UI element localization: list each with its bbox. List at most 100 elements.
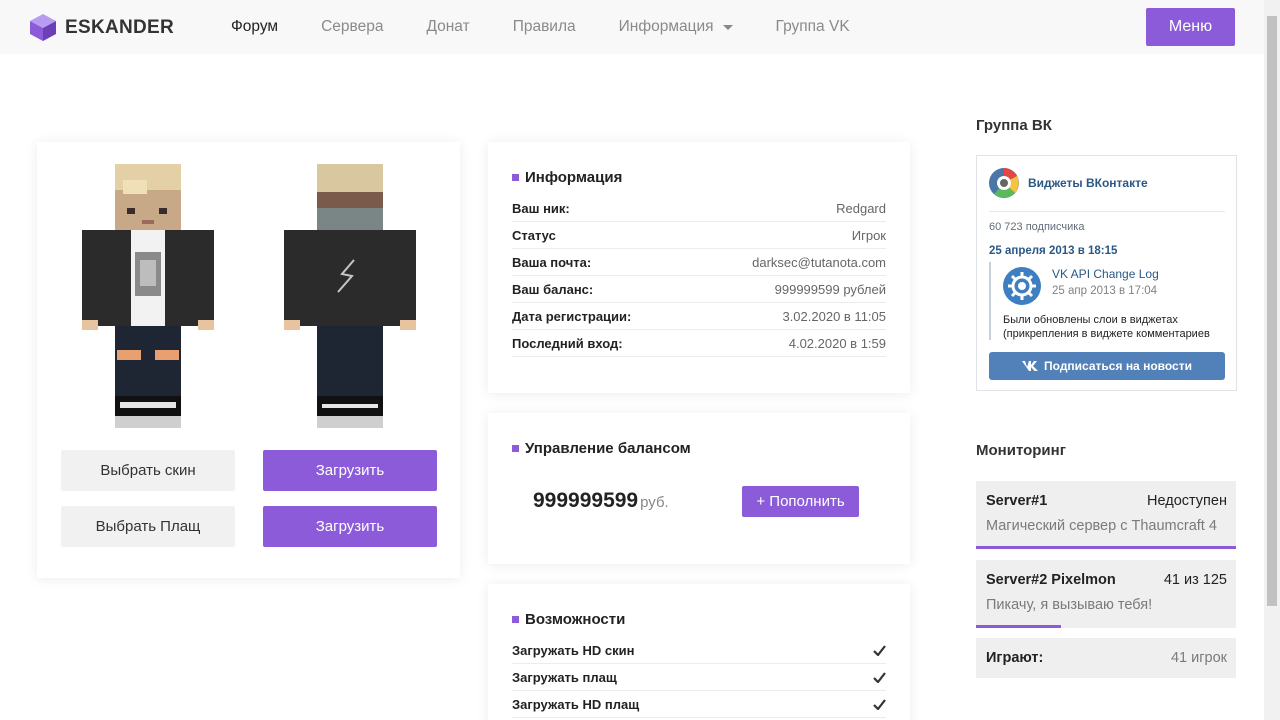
info-key: Дата регистрации: (512, 308, 632, 324)
vk-subscribers: 60 723 подписчика (989, 221, 1085, 233)
plus-icon: + (756, 493, 766, 510)
info-value: 4.02.2020 в 1:59 (788, 335, 886, 351)
skin-front-preview (82, 164, 214, 428)
info-value: Игрок (851, 227, 886, 243)
vk-post: VK API Change Log 25 апр 2013 в 17:04 Бы… (989, 262, 1225, 340)
balance-card: Управление балансом 999999599 руб. + Попо… (488, 413, 910, 564)
info-key: Ваш баланс: (512, 281, 594, 297)
vk-group-name[interactable]: Виджеты ВКонтакте (1028, 176, 1148, 190)
scrollbar-thumb[interactable] (1267, 16, 1277, 606)
server-description: Магический сервер с Thaumcraft 4 (986, 518, 1217, 534)
info-value: 999999599 рублей (774, 281, 886, 297)
server-description: Пикачу, я вызываю тебя! (986, 597, 1153, 613)
info-rows: Ваш ник: Redgard Статус Игрок Ваша почта: d… (512, 195, 886, 357)
server-load-bar (976, 625, 1062, 628)
skin-back-preview (284, 164, 416, 428)
cube-logo-icon (30, 14, 56, 41)
feature-item: Загружать HD плащ (512, 691, 886, 718)
vk-post-time: 25 апр 2013 в 17:04 (1052, 285, 1158, 297)
online-label: Играют: (986, 650, 1044, 666)
nav-servers[interactable]: Сервера (321, 18, 383, 36)
monitoring-title: Мониторинг (976, 442, 1066, 459)
info-row: Дата регистрации: 3.02.2020 в 11:05 (512, 303, 886, 330)
server-card[interactable]: Server#2 Pixelmon 41 из 125 Пикачу, я вы… (976, 560, 1236, 628)
menu-button[interactable]: Меню (1146, 8, 1235, 46)
info-key: Ваша почта: (512, 254, 592, 270)
server-name: Server#2 Pixelmon (986, 572, 1116, 588)
feature-item: Загружать плащ (512, 664, 886, 691)
vk-group-avatar-icon (989, 168, 1019, 198)
info-row: Статус Игрок (512, 222, 886, 249)
feature-label: Загружать HD плащ (512, 696, 640, 712)
checkmark-icon (873, 644, 886, 656)
info-key: Последний вход: (512, 335, 623, 351)
square-bullet-icon (512, 616, 519, 623)
info-row: Ваш ник: Redgard (512, 195, 886, 222)
server-card[interactable]: Server#1 Недоступен Магический сервер с … (976, 481, 1236, 549)
top-navbar: ESKANDER Форум Сервера Донат Правила Инф… (0, 0, 1264, 54)
vk-widget: Виджеты ВКонтакте 60 723 подписчика 25 а… (976, 155, 1237, 391)
checkmark-icon (873, 698, 886, 710)
info-title-text: Информация (525, 169, 623, 186)
info-row: Ваша почта: darksec@tutanota.com (512, 249, 886, 276)
info-key: Ваш ник: (512, 200, 570, 216)
info-title: Информация (512, 169, 622, 186)
divider (989, 211, 1225, 212)
page-scrollbar[interactable] (1264, 0, 1280, 720)
online-value: 41 игрок (1170, 650, 1227, 666)
upload-cloak-button[interactable]: Загрузить (263, 506, 437, 547)
feature-label: Загружать плащ (512, 669, 617, 685)
topup-button[interactable]: + Пополнить (742, 486, 859, 517)
vk-section-title: Группа ВК (976, 117, 1052, 134)
vk-post-text: Были обновлены слои в виджетах (прикрепл… (1003, 314, 1210, 340)
feature-label: Загружать HD скин (512, 642, 635, 658)
site-name: ESKANDER (65, 16, 175, 38)
topup-label: Пополнить (769, 493, 845, 510)
info-row: Ваш баланс: 999999599 рублей (512, 276, 886, 303)
vk-post-title[interactable]: VK API Change Log (1052, 267, 1159, 281)
feature-item: Загружать HD скин (512, 637, 886, 664)
main-nav: Форум Сервера Донат Правила Информация Г… (231, 0, 893, 54)
vk-post-date[interactable]: 25 апреля 2013 в 18:15 (989, 245, 1117, 257)
nav-rules[interactable]: Правила (513, 18, 576, 36)
square-bullet-icon (512, 174, 519, 181)
square-bullet-icon (512, 445, 519, 452)
features-title-text: Возможности (525, 611, 626, 628)
info-value: Redgard (836, 200, 886, 216)
vk-subscribe-label: Подписаться на новости (1044, 359, 1192, 373)
info-card: Информация Ваш ник: Redgard Статус Игрок В… (488, 142, 910, 393)
choose-cloak-button[interactable]: Выбрать Плащ (61, 506, 235, 547)
server-status: 41 из 125 (1163, 572, 1227, 588)
info-key: Статус (512, 227, 556, 243)
nav-info-label: Информация (618, 18, 714, 35)
online-total: Играют: 41 игрок (976, 638, 1236, 678)
nav-vk-group[interactable]: Группа VK (776, 18, 850, 36)
vk-logo-icon (1022, 361, 1039, 371)
features-list: Загружать HD скин Загружать плащ Загружа… (512, 637, 886, 718)
vk-api-avatar-icon (1003, 267, 1041, 305)
nav-info-dropdown[interactable]: Информация (619, 18, 733, 36)
server-name: Server#1 (986, 493, 1048, 509)
server-load-bar (976, 546, 1236, 549)
checkmark-icon (873, 671, 886, 683)
balance-title-text: Управление балансом (525, 440, 691, 457)
upload-skin-button[interactable]: Загрузить (263, 450, 437, 491)
vk-group-header[interactable]: Виджеты ВКонтакте (989, 168, 1148, 198)
balance-unit: руб. (640, 494, 669, 511)
choose-skin-button[interactable]: Выбрать скин (61, 450, 235, 491)
balance-title: Управление балансом (512, 440, 691, 457)
vk-subscribe-button[interactable]: Подписаться на новости (989, 352, 1225, 380)
info-row: Последний вход: 4.02.2020 в 1:59 (512, 330, 886, 357)
features-card: Возможности Загружать HD скин Загружать … (488, 584, 910, 720)
caret-down-icon (722, 24, 733, 30)
server-status: Недоступен (1147, 493, 1227, 509)
nav-forum[interactable]: Форум (231, 18, 278, 36)
info-value: 3.02.2020 в 11:05 (782, 308, 886, 324)
balance-amount: 999999599 руб. (533, 489, 669, 513)
features-title: Возможности (512, 611, 625, 628)
info-value: darksec@tutanota.com (752, 254, 886, 270)
nav-donate[interactable]: Донат (426, 18, 469, 36)
site-logo[interactable]: ESKANDER (29, 13, 174, 42)
balance-value: 999999599 (533, 489, 639, 512)
skin-card: Выбрать скин Загрузить Выбрать Плащ Загр… (37, 142, 460, 578)
